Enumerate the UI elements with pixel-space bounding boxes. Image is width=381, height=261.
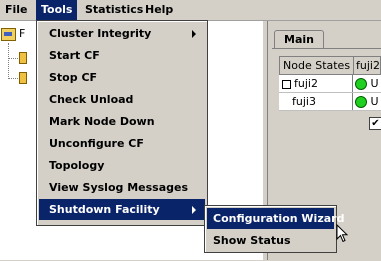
row-status: U	[370, 95, 379, 108]
menu-item-label: Shutdown Facility	[49, 203, 160, 216]
tab-main[interactable]: Main	[274, 30, 324, 49]
menu-item-stop-cf[interactable]: Stop CF	[39, 67, 205, 88]
node-states-table: Node States fuji2 fuji2 U fuji3 U	[279, 56, 381, 111]
status-up-icon	[355, 96, 367, 108]
menu-item-show-status[interactable]: Show Status	[207, 230, 334, 251]
menu-item-label: Cluster Integrity	[49, 27, 152, 40]
mouse-pointer-icon	[336, 224, 349, 243]
menu-statistics[interactable]: Statistics	[80, 0, 148, 20]
menu-item-topology[interactable]: Topology	[39, 155, 205, 176]
node-state-icon	[282, 79, 291, 89]
menu-item-cluster-integrity[interactable]: Cluster Integrity	[39, 23, 205, 44]
tools-menu: Cluster Integrity Start CF Stop CF Check…	[36, 20, 208, 226]
node-icon[interactable]	[19, 72, 27, 84]
shutdown-facility-submenu: Configuration Wizard Show Status	[204, 205, 344, 253]
menu-item-configuration-wizard[interactable]: Configuration Wizard	[207, 208, 344, 229]
node-icon[interactable]	[19, 52, 27, 64]
menu-file[interactable]: File	[0, 0, 33, 20]
menu-help[interactable]: Help	[140, 0, 178, 20]
menu-item-view-syslog-messages[interactable]: View Syslog Messages	[39, 177, 205, 198]
column-header-fuji2[interactable]: fuji2	[353, 57, 381, 74]
cluster-root-label[interactable]: F	[19, 27, 25, 40]
menu-bar: File Tools Statistics Help	[0, 0, 381, 21]
menu-item-start-cf[interactable]: Start CF	[39, 45, 205, 66]
submenu-arrow-icon	[192, 30, 196, 38]
tree-connector	[8, 43, 9, 79]
table-row[interactable]: fuji2 U	[279, 75, 381, 93]
submenu-arrow-icon	[192, 206, 196, 214]
row-status: U	[370, 77, 379, 90]
checkbox[interactable]: ✔	[369, 117, 381, 130]
menu-item-mark-node-down[interactable]: Mark Node Down	[39, 111, 205, 132]
menu-item-shutdown-facility[interactable]: Shutdown Facility	[39, 199, 205, 220]
table-header: Node States fuji2	[279, 56, 381, 75]
row-node-name: fuji2	[294, 77, 318, 90]
status-up-icon	[355, 78, 367, 90]
tree-connector	[8, 58, 18, 59]
menu-tools[interactable]: Tools	[36, 0, 78, 20]
cluster-root-icon[interactable]	[1, 28, 16, 41]
table-row[interactable]: fuji3 U	[279, 93, 381, 111]
row-node-name: fuji3	[292, 95, 316, 108]
tree-connector	[8, 78, 18, 79]
menu-item-unconfigure-cf[interactable]: Unconfigure CF	[39, 133, 205, 154]
menu-item-check-unload[interactable]: Check Unload	[39, 89, 205, 110]
column-header-node-states[interactable]: Node States	[280, 57, 352, 74]
